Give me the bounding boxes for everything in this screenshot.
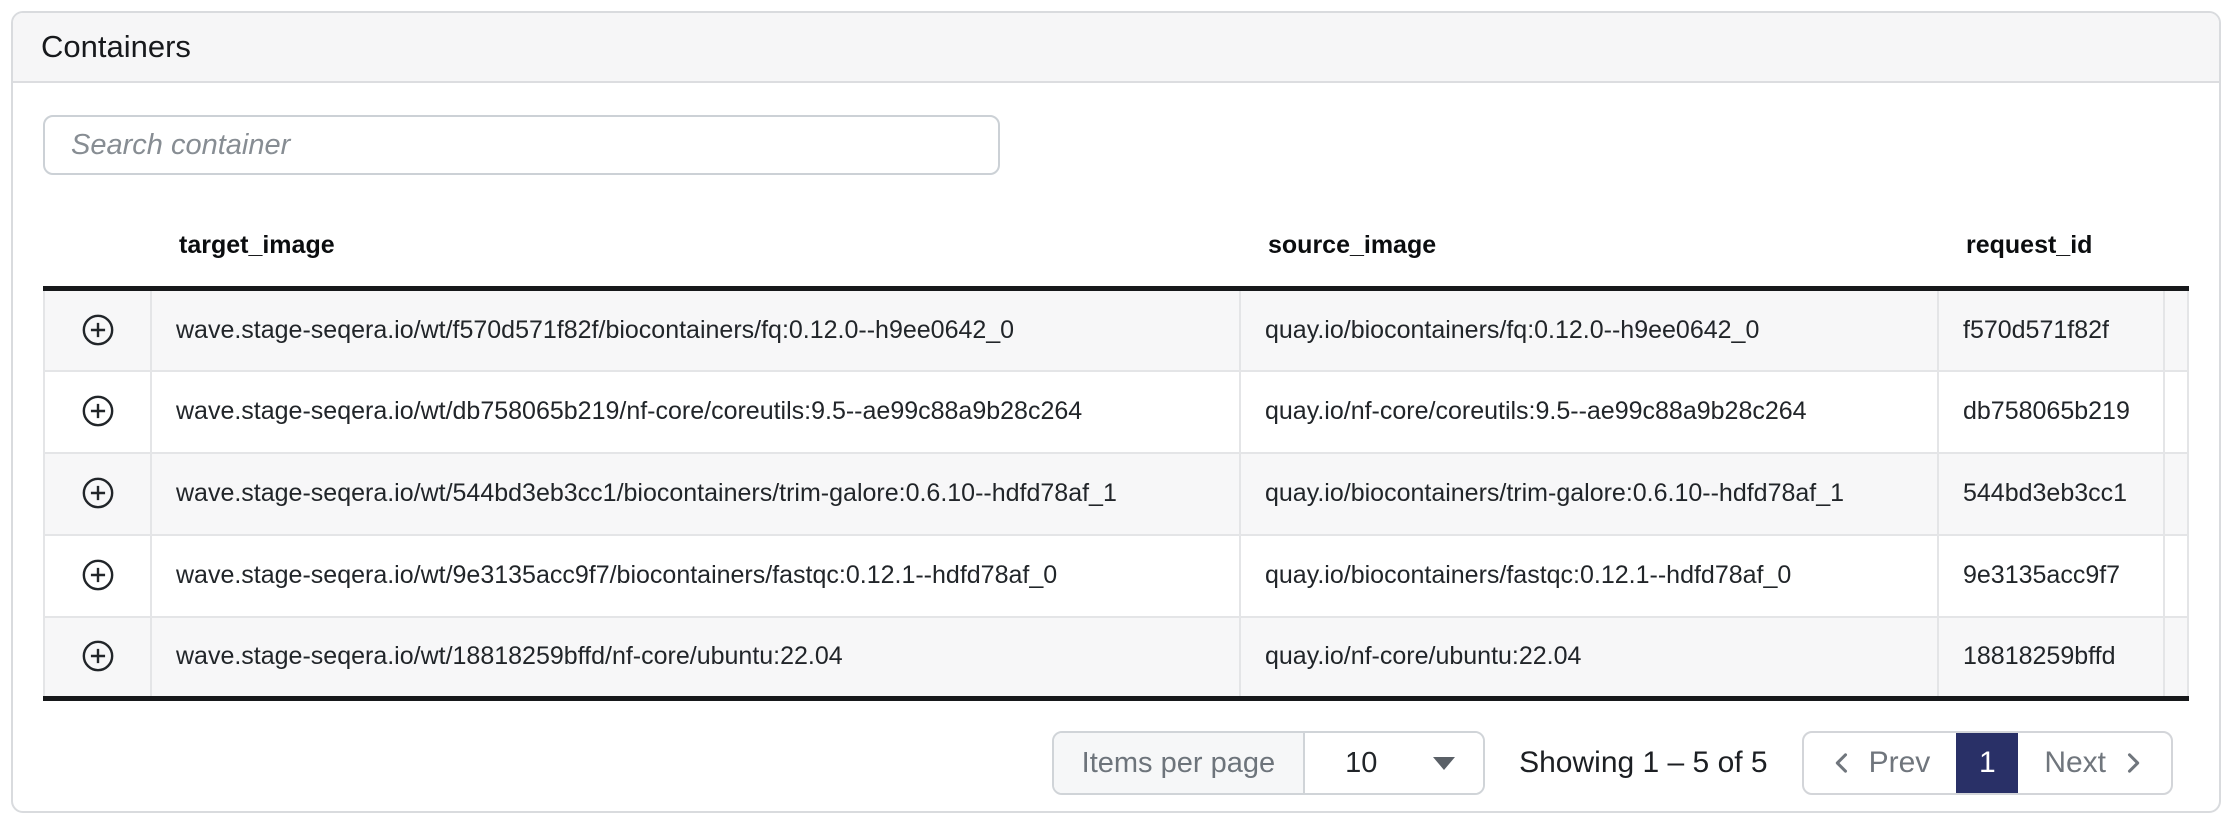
request-id-cell: 544bd3eb3cc1 [1938,453,2164,535]
items-per-page-control: Items per page 10 [1052,731,1485,795]
plus-circle-icon [81,394,115,428]
target-image-cell: wave.stage-seqera.io/wt/f570d571f82f/bio… [151,289,1240,371]
next-page-label: Next [2044,746,2106,780]
request-id-cell: db758065b219 [1938,371,2164,453]
card-body: target_image source_image request_id w [13,83,2219,811]
target-image-cell: wave.stage-seqera.io/wt/544bd3eb3cc1/bio… [151,453,1240,535]
expand-row-button[interactable] [75,470,121,516]
plus-circle-icon [81,313,115,347]
blank-column-header [2164,203,2188,289]
source-image-cell: quay.io/biocontainers/fq:0.12.0--h9ee064… [1240,289,1938,371]
source-image-cell: quay.io/nf-core/coreutils:9.5--ae99c88a9… [1240,371,1938,453]
items-per-page-select[interactable]: 10 [1305,733,1483,793]
expand-cell [44,617,151,699]
pagination-bar: Items per page 10 Showing 1 – 5 of 5 Pre… [43,731,2189,795]
plus-circle-icon [81,558,115,592]
source-image-cell: quay.io/biocontainers/fastqc:0.12.1--hdf… [1240,535,1938,617]
expand-cell [44,289,151,371]
column-header-source-image: source_image [1240,203,1938,289]
table-row: wave.stage-seqera.io/wt/db758065b219/nf-… [44,371,2188,453]
search-input[interactable] [43,115,1000,175]
plus-circle-icon [81,476,115,510]
containers-table-wrap: target_image source_image request_id w [43,203,2189,701]
target-image-cell: wave.stage-seqera.io/wt/18818259bffd/nf-… [151,617,1240,699]
target-image-cell: wave.stage-seqera.io/wt/9e3135acc9f7/bio… [151,535,1240,617]
prev-page-label: Prev [1869,746,1931,780]
pager: Prev 1 Next [1802,731,2173,795]
expand-cell [44,535,151,617]
chevron-left-icon [1828,749,1856,777]
blank-cell [2164,289,2188,371]
expand-row-button[interactable] [75,552,121,598]
prev-page-button[interactable]: Prev [1804,733,1955,793]
expand-row-button[interactable] [75,633,121,679]
request-id-cell: f570d571f82f [1938,289,2164,371]
chevron-right-icon [2119,749,2147,777]
source-image-cell: quay.io/biocontainers/trim-galore:0.6.10… [1240,453,1938,535]
table-row: wave.stage-seqera.io/wt/f570d571f82f/bio… [44,289,2188,371]
page-title: Containers [41,29,191,65]
showing-summary: Showing 1 – 5 of 5 [1519,746,1768,780]
next-page-button[interactable]: Next [2020,733,2171,793]
containers-card: Containers target_image source_image req… [11,11,2221,813]
items-per-page-label: Items per page [1054,733,1305,793]
expand-row-button[interactable] [75,307,121,353]
blank-cell [2164,371,2188,453]
table-row: wave.stage-seqera.io/wt/9e3135acc9f7/bio… [44,535,2188,617]
table-row: wave.stage-seqera.io/wt/544bd3eb3cc1/bio… [44,453,2188,535]
request-id-cell: 18818259bffd [1938,617,2164,699]
column-header-target-image: target_image [151,203,1240,289]
expand-cell [44,453,151,535]
items-per-page-value: 10 [1345,747,1377,780]
table-row: wave.stage-seqera.io/wt/18818259bffd/nf-… [44,617,2188,699]
containers-table: target_image source_image request_id w [43,203,2189,701]
caret-down-icon [1433,757,1455,770]
current-page-button[interactable]: 1 [1956,733,2018,793]
expand-row-button[interactable] [75,388,121,434]
column-header-request-id: request_id [1938,203,2164,289]
table-header-row: target_image source_image request_id [44,203,2188,289]
expand-cell [44,371,151,453]
source-image-cell: quay.io/nf-core/ubuntu:22.04 [1240,617,1938,699]
blank-cell [2164,535,2188,617]
plus-circle-icon [81,639,115,673]
card-header: Containers [13,13,2219,83]
expand-column-header [44,203,151,289]
blank-cell [2164,453,2188,535]
target-image-cell: wave.stage-seqera.io/wt/db758065b219/nf-… [151,371,1240,453]
blank-cell [2164,617,2188,699]
request-id-cell: 9e3135acc9f7 [1938,535,2164,617]
